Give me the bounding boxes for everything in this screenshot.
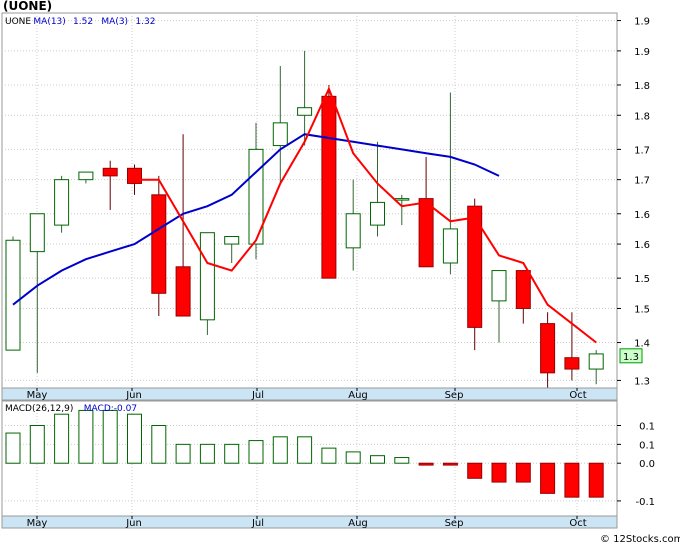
price-tick-label: 1.6: [634, 210, 650, 221]
macd-bar-positive: [321, 447, 337, 464]
price-legend-item: 1.52: [73, 17, 93, 27]
macd-bar-negative: [418, 462, 434, 466]
price-tick-label: 1.5: [634, 304, 650, 315]
candle-up: [588, 353, 604, 370]
macd-bar-positive: [29, 425, 45, 464]
price-tick-label: 1.5: [634, 274, 650, 285]
price-tick-label: 1.9: [634, 17, 650, 28]
macd-bar-positive: [78, 409, 94, 464]
macd-bar-negative: [588, 462, 604, 498]
price-tick-label: 1.8: [634, 81, 650, 92]
macd-legend-item: MACD:-0.07: [84, 404, 137, 414]
candle-up: [370, 201, 385, 226]
macd-x-label: Oct: [569, 518, 586, 529]
price-tick-label: 1.8: [634, 111, 650, 122]
macd-bar-positive: [248, 440, 264, 464]
candle-down: [515, 270, 531, 309]
candle-up: [29, 213, 45, 253]
macd-tick-label: 0.1: [639, 422, 655, 433]
price-x-label: Jul: [251, 390, 264, 401]
macd-bar-negative: [515, 462, 531, 483]
price-tick-label: 1.9: [634, 47, 650, 58]
macd-x-label: Aug: [348, 518, 368, 529]
macd-bar-positive: [5, 432, 21, 464]
macd-legend-item: MACD(26,12,9): [5, 404, 73, 414]
macd-bar-positive: [175, 443, 191, 464]
macd-x-label: Sep: [445, 518, 464, 529]
candle-up: [491, 270, 507, 302]
candle-down: [102, 167, 118, 177]
macd-bar-negative: [564, 462, 580, 498]
macd-bar-positive: [54, 413, 70, 464]
macd-panel: -0.1 0.0 0.1 0.1 MACD(26,12,9) MACD:-0.07 May J…: [1, 400, 655, 529]
price-legend-item: MA(13): [33, 17, 65, 27]
price-panel: 1.3 1.4 1.5 1.5 1.6 1.6 1.7 1.7 1.8 1.8 1.9 1.9 (UON…: [1, 0, 650, 401]
candle-up: [272, 122, 288, 147]
macd-bar-positive: [127, 413, 142, 464]
price-x-label: May: [27, 390, 48, 401]
macd-bar-positive: [272, 436, 288, 464]
macd-bar-negative: [491, 462, 507, 483]
candle-up: [297, 107, 313, 116]
price-tick-label: 1.4: [634, 339, 650, 350]
macd-bar-negative: [467, 462, 483, 479]
candle-up: [78, 171, 94, 181]
candle-down: [175, 266, 191, 317]
price-x-label: Jun: [125, 390, 142, 401]
candle-down: [151, 194, 167, 294]
macd-x-axis-band: [1, 515, 618, 529]
candle-down: [540, 323, 556, 374]
candle-up: [54, 179, 70, 226]
macd-tick-label: -0.1: [635, 497, 655, 508]
stock-chart: 1.3 1.4 1.5 1.5 1.6 1.6 1.7 1.7 1.8 1.8 1.9 1.9 (UON…: [1, 0, 680, 545]
candle-down: [127, 167, 142, 184]
macd-bar-positive: [394, 457, 410, 464]
macd-bar-positive: [224, 443, 240, 464]
price-tick-label: 1.7: [634, 145, 650, 156]
price-legend-item: 1.32: [135, 17, 155, 27]
candle-up: [5, 239, 21, 351]
price-tick-label: 1.7: [634, 176, 650, 187]
candle-up: [394, 198, 410, 201]
candle-up: [442, 228, 458, 264]
price-legend-item: MA(3): [101, 17, 128, 27]
price-x-label: Aug: [348, 390, 368, 401]
candle-up: [224, 235, 240, 245]
macd-bar-positive: [102, 409, 118, 464]
price-legend-item: UONE: [5, 17, 31, 27]
credit: © 12Stocks.com: [600, 534, 680, 545]
chart-title: (UONE): [3, 0, 52, 13]
macd-x-label: Jul: [251, 518, 264, 529]
macd-x-label: Jun: [125, 518, 142, 529]
candle-up: [199, 232, 215, 321]
last-price-label: 1.3: [623, 352, 639, 363]
price-plot-area: [1, 12, 618, 389]
macd-bar-positive: [370, 455, 385, 464]
macd-bar-positive: [297, 436, 313, 464]
macd-bar-positive: [199, 443, 215, 464]
candle-down: [418, 198, 434, 268]
price-x-label: Oct: [569, 390, 586, 401]
price-x-axis-band: [1, 387, 618, 401]
candle-up: [345, 213, 361, 249]
macd-bar-negative: [540, 462, 556, 494]
price-tick-label: 1.6: [634, 240, 650, 251]
macd-bar-positive: [345, 451, 361, 464]
macd-bar-negative: [442, 462, 458, 466]
price-tick-label: 1.3: [634, 376, 650, 387]
price-x-label: Sep: [445, 390, 464, 401]
macd-bar-positive: [151, 425, 167, 464]
macd-tick-label: 0.0: [639, 459, 655, 470]
candle-down: [321, 95, 337, 279]
macd-tick-label: 0.1: [639, 440, 655, 451]
candle-down: [564, 357, 580, 370]
macd-x-label: May: [27, 518, 48, 529]
